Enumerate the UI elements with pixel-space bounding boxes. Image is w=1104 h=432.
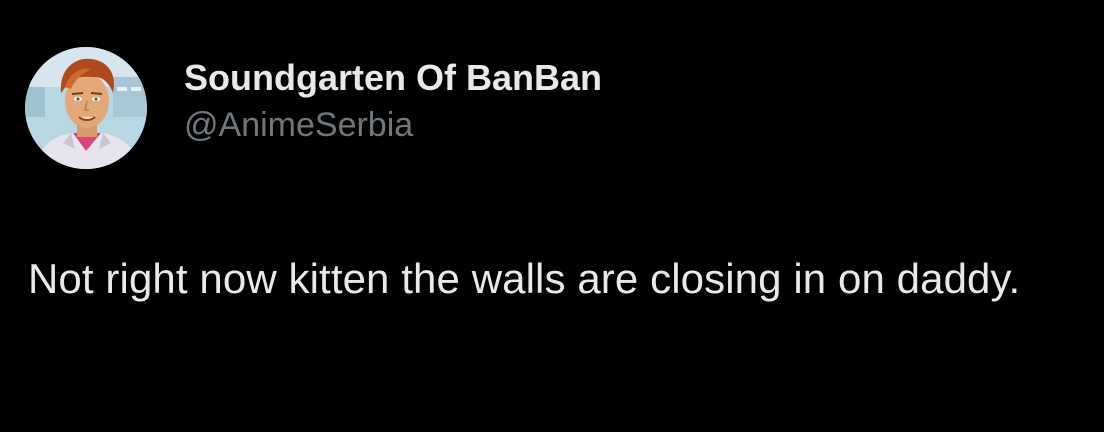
- author-display-name[interactable]: Soundgarten Of BanBan: [184, 58, 602, 98]
- avatar-image: [25, 47, 147, 169]
- avatar[interactable]: [25, 47, 147, 169]
- tweet-text: Not right now kitten the walls are closi…: [28, 255, 1021, 302]
- tweet-card: Soundgarten Of BanBan @AnimeSerbia Not r…: [0, 0, 1104, 432]
- author-handle[interactable]: @AnimeSerbia: [184, 106, 602, 144]
- author-info: Soundgarten Of BanBan @AnimeSerbia: [184, 58, 602, 145]
